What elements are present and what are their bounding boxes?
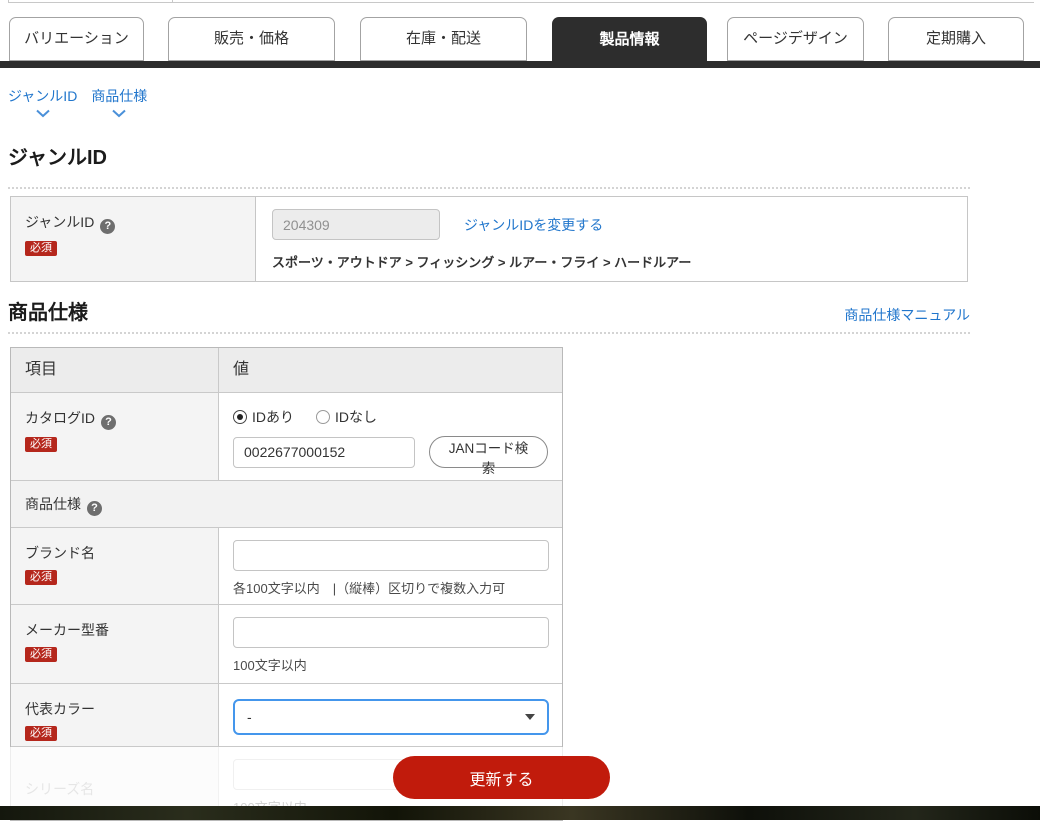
select-value: - bbox=[247, 709, 252, 725]
required-badge: 必須 bbox=[25, 570, 57, 585]
brand-label: ブランド名 bbox=[25, 545, 95, 561]
catalog-id-label-cell: カタログID? 必須 bbox=[11, 393, 219, 480]
table-row-spec-subsection: 商品仕様? bbox=[11, 481, 562, 528]
update-button[interactable]: 更新する bbox=[393, 756, 610, 799]
genre-id-table: ジャンルID? 必須 ジャンルIDを変更する スポーツ・アウトドア > フィッシ… bbox=[10, 196, 968, 282]
brand-name-input[interactable] bbox=[233, 540, 549, 571]
section-divider bbox=[8, 332, 970, 334]
chevron-down-icon bbox=[35, 109, 50, 118]
genre-section-heading: ジャンルID bbox=[8, 147, 107, 169]
anchor-genre-id[interactable]: ジャンルID bbox=[8, 86, 77, 118]
required-badge: 必須 bbox=[25, 241, 57, 256]
model-value-cell: 100文字以内 bbox=[219, 605, 563, 683]
jan-code-input[interactable] bbox=[233, 436, 415, 468]
select-caret-icon bbox=[525, 714, 535, 720]
tab-page-design[interactable]: ページデザイン bbox=[727, 17, 864, 61]
help-icon[interactable]: ? bbox=[87, 501, 102, 516]
tab-variation[interactable]: バリエーション bbox=[9, 17, 144, 61]
change-genre-id-link[interactable]: ジャンルIDを変更する bbox=[464, 215, 603, 235]
header-value-cell: 値 bbox=[233, 361, 250, 378]
color-label: 代表カラー bbox=[25, 701, 95, 717]
header-item-cell: 項目 bbox=[11, 348, 219, 392]
help-icon[interactable]: ? bbox=[101, 415, 116, 430]
tab-bar-underline bbox=[0, 61, 1040, 68]
brand-value-cell: 各100文字以内 |（縦棒）区切りで複数入力可 bbox=[219, 528, 563, 604]
catalog-id-value-cell: IDあり IDなし JANコード検索 bbox=[219, 393, 562, 480]
spec-manual-link[interactable]: 商品仕様マニュアル bbox=[844, 305, 970, 325]
anchor-genre-id-link[interactable]: ジャンルID bbox=[8, 86, 77, 106]
brand-hint: 各100文字以内 |（縦棒）区切りで複数入力可 bbox=[233, 581, 506, 596]
help-icon[interactable]: ? bbox=[100, 219, 116, 234]
tab-sales-price[interactable]: 販売・価格 bbox=[168, 17, 335, 61]
spec-subsection-cell: 商品仕様? bbox=[11, 481, 116, 527]
radio-unselected-icon[interactable] bbox=[316, 410, 330, 424]
required-badge: 必須 bbox=[25, 437, 57, 452]
model-hint: 100文字以内 bbox=[233, 658, 307, 673]
radio-selected-icon[interactable] bbox=[233, 410, 247, 424]
table-row-brand: ブランド名 必須 各100文字以内 |（縦棒）区切りで複数入力可 bbox=[11, 528, 562, 605]
genre-breadcrumb: スポーツ・アウトドア > フィッシング > ルアー・フライ > ハードルアー bbox=[272, 255, 692, 270]
required-badge: 必須 bbox=[25, 647, 57, 662]
catalog-id-label: カタログID bbox=[25, 410, 95, 426]
color-value-cell: - bbox=[219, 684, 563, 746]
model-number-input[interactable] bbox=[233, 617, 549, 648]
spec-subsection-label: 商品仕様 bbox=[25, 496, 81, 512]
spec-table-header: 項目 値 bbox=[11, 348, 562, 393]
table-row-representative-color: 代表カラー 必須 - bbox=[11, 684, 562, 747]
anchor-spec[interactable]: 商品仕様 bbox=[91, 86, 147, 118]
color-label-cell: 代表カラー 必須 bbox=[11, 684, 219, 746]
required-badge: 必須 bbox=[25, 726, 57, 741]
radio-option-id-available[interactable]: IDあり bbox=[233, 407, 294, 427]
spec-section-heading: 商品仕様 bbox=[8, 302, 88, 324]
genre-id-input bbox=[272, 209, 440, 240]
model-label: メーカー型番 bbox=[25, 622, 109, 638]
section-divider bbox=[8, 187, 970, 189]
tab-bar: バリエーション 販売・価格 在庫・配送 製品情報 ページデザイン 定期購入 bbox=[0, 17, 1040, 68]
radio-label: IDなし bbox=[335, 409, 377, 425]
radio-label: IDあり bbox=[252, 409, 294, 425]
tab-product-info[interactable]: 製品情報 bbox=[552, 17, 707, 68]
representative-color-select[interactable]: - bbox=[233, 699, 549, 735]
chevron-down-icon bbox=[112, 109, 126, 118]
genre-id-label-cell: ジャンルID? 必須 bbox=[11, 197, 256, 281]
tab-stock-shipping[interactable]: 在庫・配送 bbox=[360, 17, 527, 61]
top-cutoff-divider bbox=[8, 2, 1034, 3]
radio-option-id-none[interactable]: IDなし bbox=[316, 407, 377, 427]
genre-id-label: ジャンルID bbox=[25, 214, 95, 230]
spec-heading-row: 商品仕様 商品仕様マニュアル bbox=[8, 296, 970, 325]
anchor-spec-link[interactable]: 商品仕様 bbox=[91, 86, 147, 106]
jan-code-search-button[interactable]: JANコード検索 bbox=[429, 436, 548, 476]
anchor-links: ジャンルID 商品仕様 bbox=[8, 86, 147, 118]
tab-subscription[interactable]: 定期購入 bbox=[888, 17, 1024, 61]
table-row-catalog-id: カタログID? 必須 IDあり IDなし JANコード検索 bbox=[11, 393, 562, 481]
top-cutoff-tick bbox=[172, 0, 173, 3]
genre-id-value-cell: ジャンルIDを変更する スポーツ・アウトドア > フィッシング > ルアー・フラ… bbox=[256, 197, 967, 281]
model-label-cell: メーカー型番 必須 bbox=[11, 605, 219, 683]
background-photo-strip bbox=[0, 806, 1040, 820]
top-cutoff-tick bbox=[8, 0, 9, 3]
table-row-model-number: メーカー型番 必須 100文字以内 bbox=[11, 605, 562, 684]
brand-label-cell: ブランド名 必須 bbox=[11, 528, 219, 604]
